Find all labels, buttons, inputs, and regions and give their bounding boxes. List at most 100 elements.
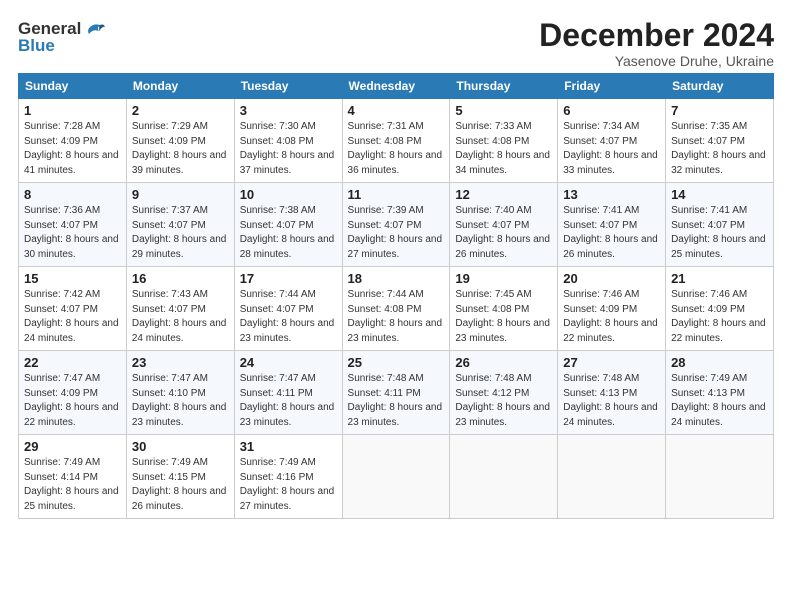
weekday-header-tuesday: Tuesday [234,74,342,99]
month-title: December 2024 [539,18,774,53]
weekday-header-sunday: Sunday [19,74,127,99]
day-number: 12 [455,187,552,202]
day-info: Sunrise: 7:49 AMSunset: 4:16 PMDaylight:… [240,456,337,514]
calendar-day-21: 21Sunrise: 7:46 AMSunset: 4:09 PMDayligh… [666,267,774,351]
calendar-table: SundayMondayTuesdayWednesdayThursdayFrid… [18,73,774,519]
calendar-day-15: 15 Sunrise: 7:42 AMSunset: 4:07 PMDayligh… [19,267,127,351]
day-info: Sunrise: 7:39 AMSunset: 4:07 PMDaylight:… [348,204,445,262]
day-number: 28 [671,355,768,370]
calendar-week-2: 8 Sunrise: 7:36 AMSunset: 4:07 PMDaylight… [19,183,774,267]
day-number: 8 [24,187,121,202]
day-number: 27 [563,355,660,370]
day-info: Sunrise: 7:48 AMSunset: 4:12 PMDaylight:… [455,372,552,430]
day-info: Sunrise: 7:37 AMSunset: 4:07 PMDaylight:… [132,204,229,262]
day-number: 18 [348,271,445,286]
calendar-day-1: 1 Sunrise: 7:28 AMSunset: 4:09 PMDaylight… [19,99,127,183]
calendar-day-10: 10 Sunrise: 7:38 AMSunset: 4:07 PMDayligh… [234,183,342,267]
calendar-day-30: 30 Sunrise: 7:49 AMSunset: 4:15 PMDayligh… [126,435,234,519]
day-number: 14 [671,187,768,202]
calendar-day-7: 7 Sunrise: 7:35 AMSunset: 4:07 PMDaylight… [666,99,774,183]
day-info: Sunrise: 7:38 AMSunset: 4:07 PMDaylight:… [240,204,337,262]
weekday-header-thursday: Thursday [450,74,558,99]
empty-cell [450,435,558,519]
calendar-day-23: 23 Sunrise: 7:47 AMSunset: 4:10 PMDayligh… [126,351,234,435]
calendar-day-17: 17 Sunrise: 7:44 AMSunset: 4:07 PMDayligh… [234,267,342,351]
day-number: 17 [240,271,337,286]
day-number: 6 [563,103,660,118]
day-number: 1 [24,103,121,118]
calendar-day-22: 22Sunrise: 7:47 AMSunset: 4:09 PMDayligh… [19,351,127,435]
day-info: Sunrise: 7:44 AMSunset: 4:08 PMDaylight:… [348,288,445,346]
day-number: 13 [563,187,660,202]
day-number: 10 [240,187,337,202]
day-number: 30 [132,439,229,454]
day-info: Sunrise: 7:49 AMSunset: 4:13 PMDaylight:… [671,372,768,430]
calendar-day-13: 13 Sunrise: 7:41 AMSunset: 4:07 PMDayligh… [558,183,666,267]
page-header: General Blue December 2024 Yasenove Druh… [18,18,774,69]
day-info: Sunrise: 7:47 AMSunset: 4:09 PMDaylight:… [24,372,121,430]
calendar-day-18: 18 Sunrise: 7:44 AMSunset: 4:08 PMDayligh… [342,267,450,351]
day-number: 25 [348,355,445,370]
weekday-header-monday: Monday [126,74,234,99]
calendar-day-12: 12 Sunrise: 7:40 AMSunset: 4:07 PMDayligh… [450,183,558,267]
day-info: Sunrise: 7:49 AMSunset: 4:14 PMDaylight:… [24,456,121,514]
day-info: Sunrise: 7:40 AMSunset: 4:07 PMDaylight:… [455,204,552,262]
day-info: Sunrise: 7:33 AMSunset: 4:08 PMDaylight:… [455,120,552,178]
calendar-week-4: 22Sunrise: 7:47 AMSunset: 4:09 PMDayligh… [19,351,774,435]
calendar-day-27: 27 Sunrise: 7:48 AMSunset: 4:13 PMDayligh… [558,351,666,435]
day-number: 26 [455,355,552,370]
day-info: Sunrise: 7:35 AMSunset: 4:07 PMDaylight:… [671,120,768,178]
calendar-day-14: 14 Sunrise: 7:41 AMSunset: 4:07 PMDayligh… [666,183,774,267]
day-info: Sunrise: 7:48 AMSunset: 4:11 PMDaylight:… [348,372,445,430]
day-number: 29 [24,439,121,454]
day-info: Sunrise: 7:41 AMSunset: 4:07 PMDaylight:… [671,204,768,262]
day-info: Sunrise: 7:45 AMSunset: 4:08 PMDaylight:… [455,288,552,346]
calendar-day-5: 5 Sunrise: 7:33 AMSunset: 4:08 PMDaylight… [450,99,558,183]
day-number: 31 [240,439,337,454]
weekday-header-friday: Friday [558,74,666,99]
day-number: 9 [132,187,229,202]
calendar-day-16: 16 Sunrise: 7:43 AMSunset: 4:07 PMDayligh… [126,267,234,351]
logo-bird-icon [83,18,105,40]
day-number: 15 [24,271,121,286]
calendar-day-24: 24 Sunrise: 7:47 AMSunset: 4:11 PMDayligh… [234,351,342,435]
day-info: Sunrise: 7:28 AMSunset: 4:09 PMDaylight:… [24,120,121,178]
calendar-day-6: 6 Sunrise: 7:34 AMSunset: 4:07 PMDaylight… [558,99,666,183]
day-info: Sunrise: 7:29 AMSunset: 4:09 PMDaylight:… [132,120,229,178]
day-info: Sunrise: 7:36 AMSunset: 4:07 PMDaylight:… [24,204,121,262]
day-number: 24 [240,355,337,370]
day-info: Sunrise: 7:47 AMSunset: 4:11 PMDaylight:… [240,372,337,430]
title-area: December 2024 Yasenove Druhe, Ukraine [539,18,774,69]
day-number: 19 [455,271,552,286]
day-info: Sunrise: 7:42 AMSunset: 4:07 PMDaylight:… [24,288,121,346]
day-number: 7 [671,103,768,118]
location-subtitle: Yasenove Druhe, Ukraine [539,53,774,69]
day-info: Sunrise: 7:41 AMSunset: 4:07 PMDaylight:… [563,204,660,262]
day-info: Sunrise: 7:34 AMSunset: 4:07 PMDaylight:… [563,120,660,178]
calendar-week-5: 29 Sunrise: 7:49 AMSunset: 4:14 PMDayligh… [19,435,774,519]
day-info: Sunrise: 7:43 AMSunset: 4:07 PMDaylight:… [132,288,229,346]
day-info: Sunrise: 7:44 AMSunset: 4:07 PMDaylight:… [240,288,337,346]
day-number: 11 [348,187,445,202]
calendar-week-1: 1 Sunrise: 7:28 AMSunset: 4:09 PMDaylight… [19,99,774,183]
day-info: Sunrise: 7:46 AMSunset: 4:09 PMDaylight:… [671,288,768,346]
weekday-header-row: SundayMondayTuesdayWednesdayThursdayFrid… [19,74,774,99]
weekday-header-wednesday: Wednesday [342,74,450,99]
day-number: 3 [240,103,337,118]
day-info: Sunrise: 7:49 AMSunset: 4:15 PMDaylight:… [132,456,229,514]
calendar-day-9: 9 Sunrise: 7:37 AMSunset: 4:07 PMDaylight… [126,183,234,267]
day-number: 5 [455,103,552,118]
logo-blue-text: Blue [18,36,55,56]
empty-cell [666,435,774,519]
day-info: Sunrise: 7:46 AMSunset: 4:09 PMDaylight:… [563,288,660,346]
day-number: 23 [132,355,229,370]
calendar-day-25: 25 Sunrise: 7:48 AMSunset: 4:11 PMDayligh… [342,351,450,435]
day-info: Sunrise: 7:47 AMSunset: 4:10 PMDaylight:… [132,372,229,430]
day-info: Sunrise: 7:48 AMSunset: 4:13 PMDaylight:… [563,372,660,430]
day-number: 4 [348,103,445,118]
calendar-day-11: 11 Sunrise: 7:39 AMSunset: 4:07 PMDayligh… [342,183,450,267]
logo: General Blue [18,18,105,56]
day-number: 16 [132,271,229,286]
weekday-header-saturday: Saturday [666,74,774,99]
empty-cell [342,435,450,519]
